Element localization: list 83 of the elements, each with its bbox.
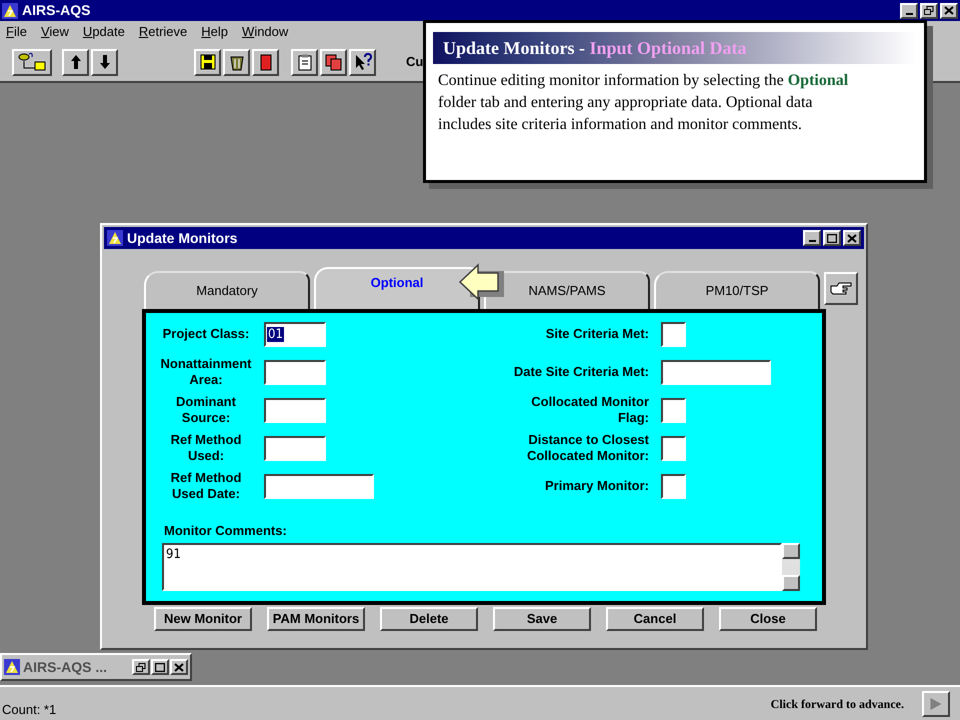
copy-icon[interactable] [320, 48, 347, 76]
menu-item[interactable]: Update [82, 22, 125, 42]
field-label: Nonattainment Area: [160, 356, 252, 388]
dialog-button[interactable]: New Monitor [154, 607, 252, 631]
save-icon[interactable] [194, 48, 221, 76]
field-label: Ref Method Used: [170, 432, 242, 464]
close-icon [847, 234, 857, 242]
restore-icon [136, 662, 146, 672]
arrow-up-icon[interactable] [62, 48, 89, 76]
minimize-icon [808, 240, 816, 242]
count-text: Count: *1 [2, 700, 56, 719]
comments-label: Monitor Comments: [164, 522, 288, 540]
dialog-button[interactable]: Close [719, 607, 817, 631]
help-pointer-icon[interactable] [349, 48, 376, 76]
maximize-button[interactable] [823, 230, 841, 246]
app-icon [4, 659, 20, 675]
maximize-icon [155, 662, 165, 672]
play-icon [930, 698, 942, 710]
hand-icon [829, 280, 853, 296]
input-field[interactable] [264, 398, 326, 422]
tab[interactable]: PM10/TSP [654, 271, 820, 309]
close-icon [944, 6, 954, 15]
menu-item[interactable]: View [40, 22, 69, 42]
dialog-button[interactable]: Cancel [606, 607, 704, 631]
restore-button[interactable] [132, 659, 150, 675]
door-icon[interactable] [252, 48, 279, 76]
database-icon[interactable] [12, 48, 52, 76]
comments-field[interactable]: 91 [162, 542, 782, 590]
pointing-hand-button[interactable] [824, 272, 858, 305]
menu-item[interactable]: File [6, 22, 27, 42]
input-field[interactable] [661, 322, 686, 346]
advance-hint: Click forward to advance. [770, 696, 904, 712]
input-field[interactable]: 01 [264, 322, 326, 346]
callout-text: Continue editing monitor information by selecting the Optional folder tab and entering any appropriate data. Optional data includes site criteria information and monitor comments. [437, 71, 850, 135]
field-label: Ref Method Used Date: [170, 470, 242, 502]
clipboard-icon[interactable] [291, 48, 318, 76]
dialog-button[interactable]: PAM Monitors [267, 607, 365, 631]
close-icon [174, 662, 184, 672]
field-label: Site Criteria Met: [544, 326, 649, 342]
arrow-down-icon[interactable] [91, 48, 118, 76]
tab[interactable]: NAMS/PAMS [484, 271, 650, 309]
field-label: Collocated Monitor Flag: [530, 394, 649, 426]
callout-title: Update Monitors - [443, 36, 586, 60]
tab[interactable]: Mandatory [144, 271, 310, 309]
input-field[interactable] [661, 474, 686, 498]
maximize-icon [827, 234, 837, 242]
input-field[interactable] [661, 360, 771, 384]
restore-icon [924, 6, 934, 15]
input-field[interactable] [264, 436, 326, 460]
arrow-pointer-icon [458, 261, 506, 303]
menu-item[interactable]: Retrieve [138, 22, 188, 42]
restore-button[interactable] [920, 2, 938, 18]
menu-item[interactable]: Help [201, 22, 228, 42]
minimize-button[interactable] [803, 230, 821, 246]
minimize-icon [906, 12, 912, 14]
input-field[interactable] [264, 474, 374, 498]
dialog-title: Update Monitors [127, 228, 238, 248]
menu-item[interactable]: Window [242, 22, 288, 42]
callout-subtitle: Input Optional Data [590, 36, 747, 60]
field-label: Distance to Closest Collocated Monitor: [526, 432, 649, 464]
trash-icon[interactable] [223, 48, 250, 76]
minimized-window-title: AIRS-AQS ... [23, 658, 108, 677]
input-field[interactable] [661, 398, 686, 422]
field-label: Primary Monitor: [544, 478, 649, 494]
app-icon [2, 2, 18, 18]
forward-button[interactable] [922, 690, 950, 716]
close-button[interactable] [843, 230, 861, 246]
minimize-button[interactable] [900, 2, 918, 18]
tab[interactable]: Optional [314, 267, 480, 309]
input-field[interactable] [264, 360, 326, 384]
scrollbar[interactable] [782, 542, 800, 590]
input-field[interactable] [661, 436, 686, 460]
toolbar-text: Cu [406, 53, 424, 72]
field-label: Date Site Criteria Met: [512, 364, 649, 380]
close-button[interactable] [940, 2, 958, 18]
maximize-button[interactable] [151, 659, 169, 675]
field-label: Dominant Source: [175, 394, 237, 426]
app-icon [107, 230, 123, 246]
dialog-button[interactable]: Delete [380, 607, 478, 631]
close-button[interactable] [170, 659, 188, 675]
window-title: AIRS-AQS [22, 1, 90, 20]
dialog-button[interactable]: Save [493, 607, 591, 631]
field-label: Project Class: [162, 326, 250, 342]
